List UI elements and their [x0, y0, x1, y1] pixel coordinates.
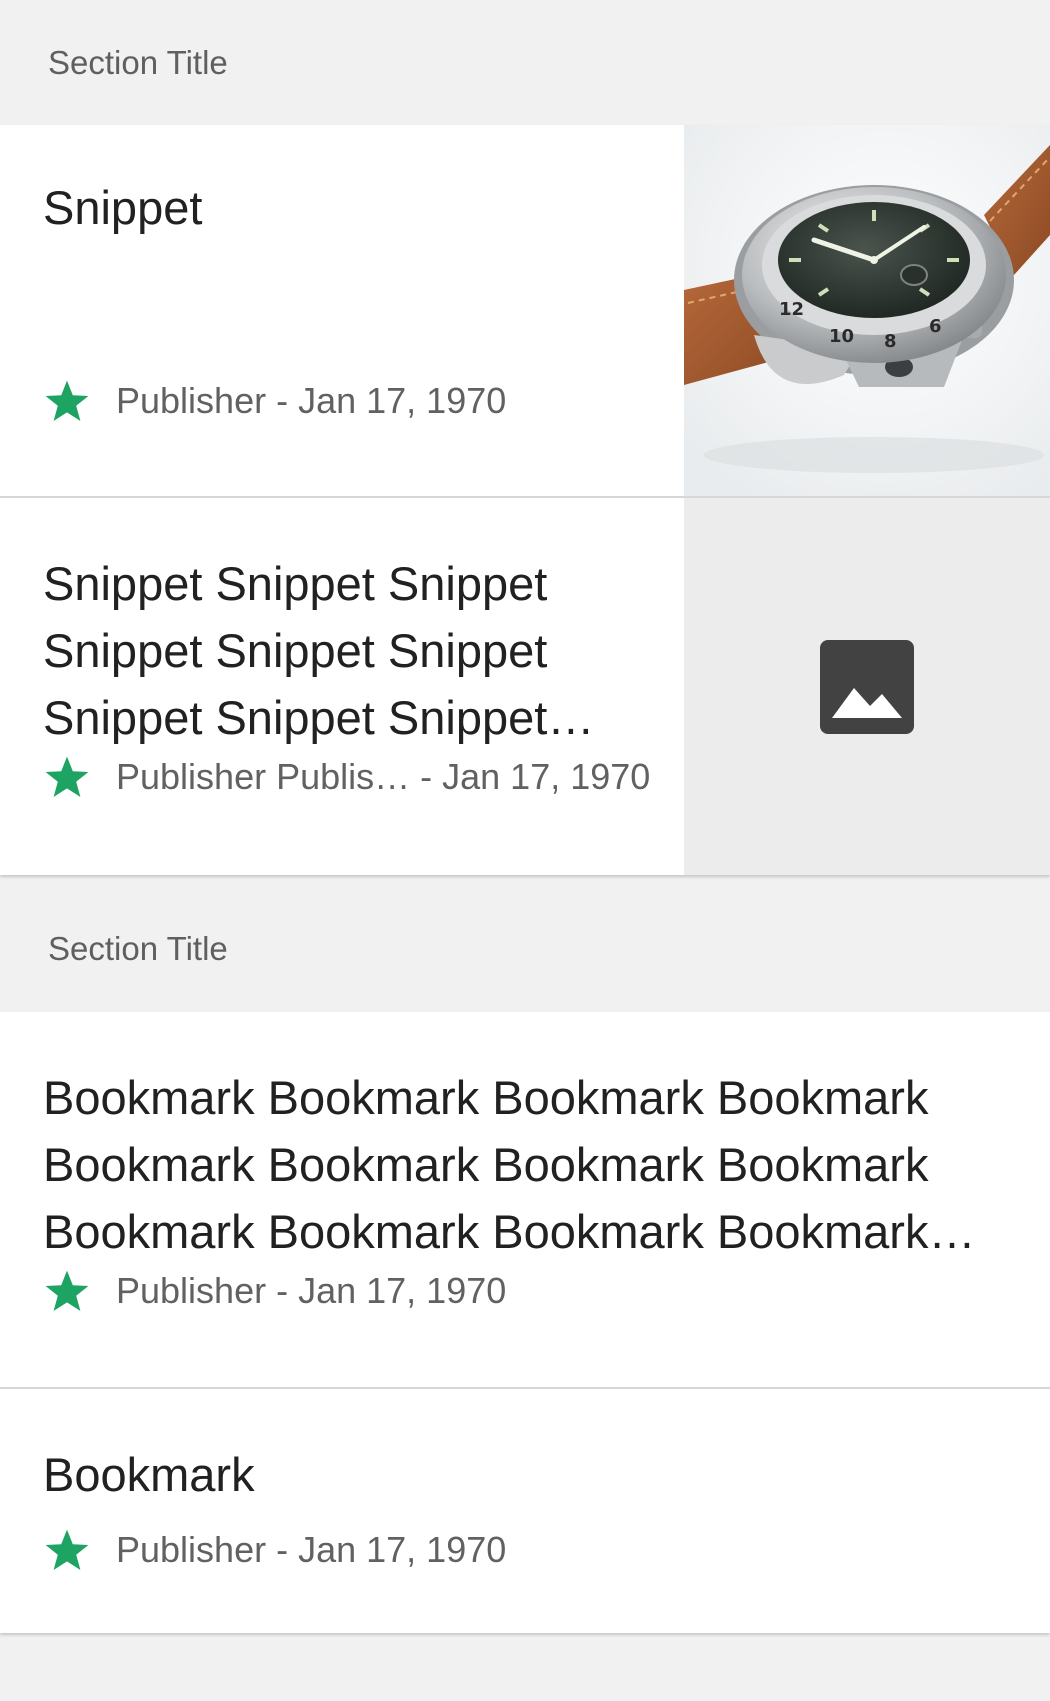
publisher-date: Publisher Publis… - Jan 17, 1970 [116, 756, 651, 797]
svg-text:10: 10 [829, 326, 854, 347]
bookmark-card[interactable]: Bookmark Publisher - Jan 17, 1970 [0, 1389, 1050, 1633]
article-card[interactable]: Snippet Publisher - Jan 17, 1970 12 10 8… [0, 125, 1050, 498]
svg-text:6: 6 [929, 316, 942, 337]
article-card[interactable]: Snippet Snippet Snippet Snippet Snippet … [0, 498, 1050, 875]
section-title-label: Section Title [48, 929, 228, 967]
svg-text:12: 12 [779, 299, 804, 320]
bookmark-meta: Publisher - Jan 17, 1970 [43, 1267, 506, 1315]
publisher-date: Publisher - Jan 17, 1970 [116, 1529, 507, 1570]
publisher-date: Publisher - Jan 17, 1970 [116, 1270, 507, 1311]
section-title: Section Title [0, 0, 1050, 125]
article-thumbnail: 12 10 8 6 [684, 125, 1050, 496]
article-card-text: Snippet Publisher - Jan 17, 1970 [0, 125, 684, 496]
watch-photo: 12 10 8 6 [684, 125, 1050, 496]
bookmark-snippet: Bookmark Bookmark Bookmark Bookmark Book… [43, 1071, 976, 1258]
section-title-label: Section Title [48, 43, 228, 81]
article-snippet: Snippet Snippet Snippet Snippet Snippet … [43, 557, 595, 744]
article-thumbnail [684, 498, 1050, 875]
bookmark-meta: Publisher - Jan 17, 1970 [43, 1526, 506, 1574]
image-placeholder-icon [820, 639, 914, 734]
star-icon [45, 380, 89, 421]
star-icon [45, 756, 89, 797]
article-meta: Publisher Publis… - Jan 17, 1970 [43, 753, 650, 801]
bookmark-snippet: Bookmark [43, 1448, 255, 1501]
article-card-text: Snippet Snippet Snippet Snippet Snippet … [0, 498, 684, 875]
bookmark-card[interactable]: Bookmark Bookmark Bookmark Bookmark Book… [0, 1012, 1050, 1389]
section-title: Section Title [0, 875, 1050, 1012]
article-meta: Publisher - Jan 17, 1970 [43, 377, 506, 425]
publisher-date: Publisher - Jan 17, 1970 [116, 380, 507, 421]
card-list: Bookmark Bookmark Bookmark Bookmark Book… [0, 1012, 1050, 1633]
bookmark-card-text: Bookmark Publisher - Jan 17, 1970 [0, 1389, 1050, 1633]
svg-text:8: 8 [884, 331, 897, 352]
star-icon [45, 1270, 89, 1311]
star-icon [45, 1529, 89, 1570]
card-list: Snippet Publisher - Jan 17, 1970 12 10 8… [0, 125, 1050, 875]
article-snippet: Snippet [43, 181, 203, 234]
bookmark-card-text: Bookmark Bookmark Bookmark Bookmark Book… [0, 1012, 1050, 1387]
